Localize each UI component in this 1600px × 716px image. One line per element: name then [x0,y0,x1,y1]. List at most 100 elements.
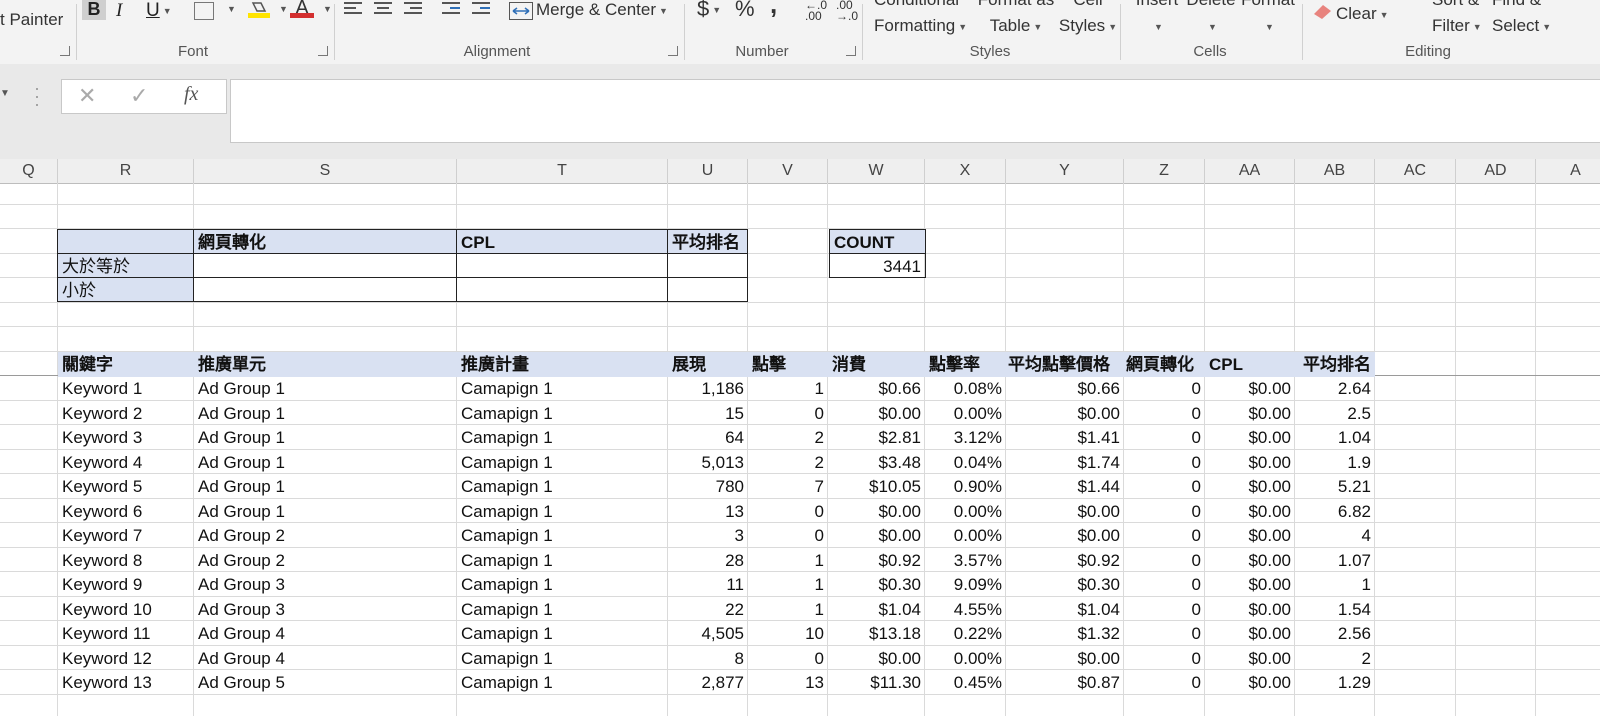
cell-ctr[interactable]: 3.57% [925,548,1006,573]
cell-ad-group[interactable]: Ad Group 1 [194,474,457,499]
cell-conversions[interactable]: 0 [1124,376,1205,401]
cell-cpl[interactable]: $0.00 [1205,474,1295,499]
column-header-ad[interactable]: AD [1456,159,1536,183]
cell-avg-cpc[interactable]: $1.44 [1006,474,1124,499]
cell-avg-rank[interactable]: 1.04 [1295,425,1375,450]
header-ad-group[interactable]: 推廣單元 [194,352,457,377]
cell-campaign[interactable]: Camapign 1 [457,548,668,573]
comma-style-button[interactable]: , [770,0,777,17]
criteria-header-cell[interactable]: 平均排名 [667,229,748,254]
criteria-cell[interactable] [193,253,457,278]
cell-cpl[interactable]: $0.00 [1205,425,1295,450]
cell-cost[interactable]: $0.00 [828,646,925,671]
cell-styles-button[interactable]: Cell Styles▼ [1058,0,1118,37]
cell-keyword[interactable]: Keyword 3 [58,425,194,450]
cell-cost[interactable]: $0.00 [828,499,925,524]
criteria-cell[interactable] [193,277,457,302]
cell-ctr[interactable]: 0.00% [925,401,1006,426]
cell-ctr[interactable]: 0.04% [925,450,1006,475]
cell-campaign[interactable]: Camapign 1 [457,523,668,548]
merge-center-button[interactable]: Merge & Center ▼ [536,0,668,21]
enter-icon[interactable]: ✓ [130,83,148,109]
percent-style-button[interactable]: % [735,0,755,20]
criteria-cell[interactable] [456,277,668,302]
font-color-dropdown-icon[interactable]: ▼ [323,4,332,14]
fill-color-dropdown-icon[interactable]: ▼ [279,4,288,14]
cell-impressions[interactable]: 64 [668,425,748,450]
criteria-cell[interactable] [667,253,748,278]
header-campaign[interactable]: 推廣計畫 [457,352,668,377]
cell-avg-rank[interactable]: 2.56 [1295,621,1375,646]
cell-keyword[interactable]: Keyword 11 [58,621,194,646]
formula-input[interactable] [230,79,1600,143]
cell-ad-group[interactable]: Ad Group 1 [194,376,457,401]
cell-ctr[interactable]: 9.09% [925,572,1006,597]
decrease-decimal-icon[interactable]: .00 →.0 [836,0,858,22]
cell-cost[interactable]: $3.48 [828,450,925,475]
cell-ad-group[interactable]: Ad Group 4 [194,646,457,671]
borders-dropdown-icon[interactable]: ▼ [227,4,236,14]
cell-campaign[interactable]: Camapign 1 [457,450,668,475]
cell-keyword[interactable]: Keyword 12 [58,646,194,671]
cell-ad-group[interactable]: Ad Group 4 [194,621,457,646]
cell-impressions[interactable]: 4,505 [668,621,748,646]
cell-cpl[interactable]: $0.00 [1205,523,1295,548]
cell-avg-cpc[interactable]: $0.00 [1006,523,1124,548]
cell-conversions[interactable]: 0 [1124,499,1205,524]
cell-impressions[interactable]: 5,013 [668,450,748,475]
cell-ad-group[interactable]: Ad Group 1 [194,401,457,426]
cell-avg-cpc[interactable]: $1.74 [1006,450,1124,475]
cell-cpl[interactable]: $0.00 [1205,450,1295,475]
column-header-v[interactable]: V [748,159,828,183]
cell-avg-cpc[interactable]: $0.00 [1006,401,1124,426]
cell-clicks[interactable]: 1 [748,572,828,597]
cell-conversions[interactable]: 0 [1124,425,1205,450]
insert-function-icon[interactable]: fx [184,83,198,106]
cell-ctr[interactable]: 4.55% [925,597,1006,622]
bold-icon[interactable]: B [82,0,106,20]
header-cpl[interactable]: CPL [1205,352,1295,377]
cell-ctr[interactable]: 0.00% [925,523,1006,548]
cell-conversions[interactable]: 0 [1124,670,1205,695]
header-avg-rank[interactable]: 平均排名 [1295,352,1375,377]
cell-cost[interactable]: $0.00 [828,401,925,426]
cell-cost[interactable]: $0.30 [828,572,925,597]
criteria-cell[interactable] [667,277,748,302]
cell-campaign[interactable]: Camapign 1 [457,376,668,401]
criteria-header-cell[interactable] [57,229,194,254]
cell-avg-rank[interactable]: 1.07 [1295,548,1375,573]
cell-cost[interactable]: $0.92 [828,548,925,573]
cell-ctr[interactable]: 0.22% [925,621,1006,646]
cell-avg-rank[interactable]: 5.21 [1295,474,1375,499]
cell-campaign[interactable]: Camapign 1 [457,597,668,622]
insert-button[interactable]: Insert ▼ [1132,0,1182,37]
cell-campaign[interactable]: Camapign 1 [457,621,668,646]
header-clicks[interactable]: 點擊 [748,352,828,377]
cell-cost[interactable]: $13.18 [828,621,925,646]
cell-campaign[interactable]: Camapign 1 [457,670,668,695]
cell-keyword[interactable]: Keyword 5 [58,474,194,499]
number-dialog-launcher[interactable] [846,46,856,56]
cell-clicks[interactable]: 2 [748,425,828,450]
header-avg-cpc[interactable]: 平均點擊價格 [1006,352,1124,377]
count-label-cell[interactable]: COUNT [829,229,926,254]
increase-decimal-icon[interactable]: ←.0.00 [805,0,827,22]
cell-cost[interactable]: $0.66 [828,376,925,401]
cell-cost[interactable]: $1.04 [828,597,925,622]
cell-avg-rank[interactable]: 2.5 [1295,401,1375,426]
align-center-icon[interactable] [374,2,392,20]
accounting-format-button[interactable]: $ ▼ [697,0,721,20]
column-header-ab[interactable]: AB [1295,159,1375,183]
header-keyword[interactable]: 關鍵字 [58,352,194,377]
cell-conversions[interactable]: 0 [1124,572,1205,597]
cell-cost[interactable]: $11.30 [828,670,925,695]
cell-cost[interactable]: $0.00 [828,523,925,548]
cell-ctr[interactable]: 0.08% [925,376,1006,401]
cell-campaign[interactable]: Camapign 1 [457,425,668,450]
cell-avg-rank[interactable]: 2 [1295,646,1375,671]
cell-impressions[interactable]: 22 [668,597,748,622]
cell-ctr[interactable]: 0.45% [925,670,1006,695]
cell-avg-cpc[interactable]: $0.00 [1006,646,1124,671]
column-header-u[interactable]: U [668,159,748,183]
cell-clicks[interactable]: 1 [748,548,828,573]
